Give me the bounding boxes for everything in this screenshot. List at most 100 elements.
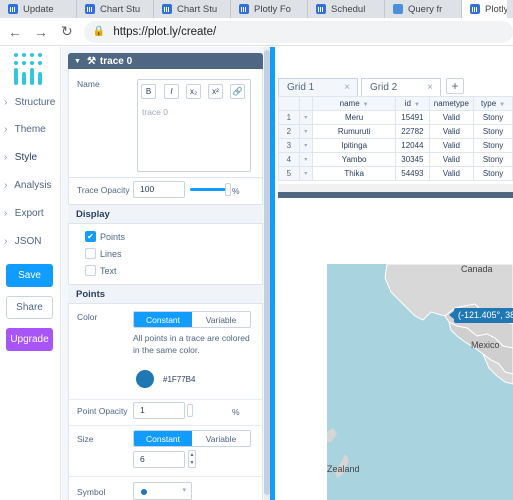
close-icon[interactable]: × <box>344 79 350 96</box>
row-number[interactable]: 1 <box>278 110 300 125</box>
checkmark-icon[interactable]: ✔ <box>85 231 96 242</box>
row-caret-icon[interactable]: ▾ <box>298 152 314 167</box>
size-constant-button[interactable]: Constant <box>134 431 192 446</box>
cell-name[interactable]: Rumuruti <box>312 124 397 139</box>
cell-nametype[interactable]: Valid <box>428 152 475 167</box>
nav-item-export[interactable]: › Export <box>4 208 44 219</box>
cell-name[interactable]: Ipitinga <box>312 138 397 153</box>
lines-checkbox-row[interactable]: Lines <box>85 248 122 259</box>
column-header[interactable]: id ▼ <box>395 96 430 111</box>
reload-icon[interactable]: ↻ <box>56 21 78 43</box>
row-caret-icon[interactable]: ▾ <box>298 110 314 125</box>
cell-nametype[interactable]: Valid <box>428 124 475 139</box>
trace-opacity-slider[interactable] <box>190 188 228 191</box>
point-opacity-input[interactable]: 1 <box>133 402 185 419</box>
name-editor[interactable]: B I x₂ x² 🔗 trace 0 <box>137 79 251 172</box>
cell-nametype[interactable]: Valid <box>428 166 475 181</box>
cell-name[interactable]: Thika <box>312 166 397 181</box>
trace-opacity-input[interactable]: 100 <box>133 181 185 198</box>
map-plot[interactable]: Canada Mexico Zealand <box>327 264 513 500</box>
row-number[interactable]: 5 <box>278 166 300 181</box>
up-arrow-icon[interactable]: ▲ <box>190 452 195 458</box>
row-caret-icon[interactable]: ▾ <box>298 124 314 139</box>
trace-header[interactable]: ▼ ⚒ trace 0 <box>68 53 263 69</box>
size-stepper[interactable]: ▲ ▼ <box>188 450 196 468</box>
browser-tab[interactable]: Query fr <box>385 0 462 18</box>
cell-id[interactable]: 15491 <box>395 110 430 125</box>
cell-id[interactable]: 22782 <box>395 124 430 139</box>
down-arrow-icon[interactable]: ▼ <box>190 460 195 466</box>
symbol-dropdown[interactable]: ▾ <box>133 482 192 500</box>
grid-corner <box>278 96 300 111</box>
table-row[interactable]: 3 ▾ Ipitinga 12044 Valid Stony <box>278 138 513 153</box>
nav-item-analysis[interactable]: › Analysis <box>4 180 51 191</box>
italic-icon[interactable]: I <box>164 84 179 99</box>
cell-id[interactable]: 54493 <box>395 166 430 181</box>
link-icon[interactable]: 🔗 <box>230 84 245 99</box>
cell-type[interactable]: Stony <box>473 166 513 181</box>
save-button[interactable]: Save <box>6 264 53 287</box>
row-number[interactable]: 2 <box>278 124 300 139</box>
color-variable-button[interactable]: Variable <box>192 312 250 327</box>
url-text: https://plot.ly/create/ <box>113 25 217 38</box>
checkbox[interactable] <box>85 265 96 276</box>
collapse-arrow-icon[interactable]: ▼ <box>74 58 81 65</box>
data-grid: name ▼ id ▼ nametype type ▼ 1 ▾ Meru 15491 Vali… <box>278 96 513 181</box>
table-row[interactable]: 5 ▾ Thika 54493 Valid Stony <box>278 166 513 181</box>
table-row[interactable]: 2 ▾ Rumuruti 22782 Valid Stony <box>278 124 513 139</box>
table-row[interactable]: 1 ▾ Meru 15491 Valid Stony <box>278 110 513 125</box>
cell-type[interactable]: Stony <box>473 138 513 153</box>
row-number[interactable]: 3 <box>278 138 300 153</box>
trace-opacity-slider-handle[interactable] <box>225 183 231 196</box>
color-swatch[interactable] <box>136 370 154 388</box>
upgrade-button[interactable]: Upgrade <box>6 328 53 351</box>
size-input[interactable]: 6 <box>133 451 185 468</box>
column-header[interactable]: name ▼ <box>312 96 397 111</box>
browser-tab-active[interactable]: Plotly <box>462 0 507 18</box>
cell-type[interactable]: Stony <box>473 152 513 167</box>
point-opacity-slider-handle[interactable] <box>187 404 193 417</box>
cell-id[interactable]: 30345 <box>395 152 430 167</box>
share-button[interactable]: Share <box>6 296 53 319</box>
column-header[interactable]: type ▼ <box>473 96 513 111</box>
row-caret-icon[interactable]: ▾ <box>298 166 314 181</box>
url-field[interactable]: 🔒 https://plot.ly/create/ <box>83 20 513 43</box>
browser-tab[interactable]: Schedul <box>308 0 385 18</box>
superscript-icon[interactable]: x² <box>208 84 223 99</box>
cell-id[interactable]: 12044 <box>395 138 430 153</box>
cell-name[interactable]: Meru <box>312 110 397 125</box>
bold-icon[interactable]: B <box>141 84 156 99</box>
checkbox[interactable] <box>85 248 96 259</box>
points-checkbox-row[interactable]: ✔ Points <box>85 231 125 242</box>
grid-scrollbar[interactable] <box>278 184 513 192</box>
close-icon[interactable]: × <box>427 79 433 96</box>
forward-arrow-icon[interactable]: → <box>30 21 52 43</box>
browser-tab[interactable]: Chart Stu <box>154 0 231 18</box>
nav-item-theme[interactable]: › Theme <box>4 124 46 135</box>
plotly-icon <box>316 4 326 14</box>
browser-tab[interactable]: Plotly Fo <box>231 0 308 18</box>
row-number[interactable]: 4 <box>278 152 300 167</box>
nav-item-style[interactable]: › Style <box>4 152 37 163</box>
browser-tab[interactable]: Update <box>0 0 77 18</box>
tab-grid-2[interactable]: Grid 2 × <box>361 78 441 96</box>
cell-type[interactable]: Stony <box>473 124 513 139</box>
back-arrow-icon[interactable]: ← <box>4 21 26 43</box>
text-checkbox-row[interactable]: Text <box>85 265 117 276</box>
column-header[interactable]: nametype <box>428 96 475 111</box>
size-variable-button[interactable]: Variable <box>192 431 250 446</box>
cell-type[interactable]: Stony <box>473 110 513 125</box>
cell-nametype[interactable]: Valid <box>428 110 475 125</box>
add-grid-button[interactable]: + <box>446 78 464 94</box>
browser-tab[interactable]: Chart Stu <box>77 0 154 18</box>
table-row[interactable]: 4 ▾ Yambo 30345 Valid Stony <box>278 152 513 167</box>
cell-nametype[interactable]: Valid <box>428 138 475 153</box>
subscript-icon[interactable]: x₂ <box>186 84 201 99</box>
nav-item-structure[interactable]: › Structure <box>4 97 55 108</box>
row-caret-icon[interactable]: ▾ <box>298 138 314 153</box>
tab-grid-1[interactable]: Grid 1 × <box>278 78 358 96</box>
lines-label: Lines <box>100 248 122 259</box>
color-constant-button[interactable]: Constant <box>134 312 192 327</box>
nav-item-json[interactable]: › JSON <box>4 236 41 247</box>
cell-name[interactable]: Yambo <box>312 152 397 167</box>
